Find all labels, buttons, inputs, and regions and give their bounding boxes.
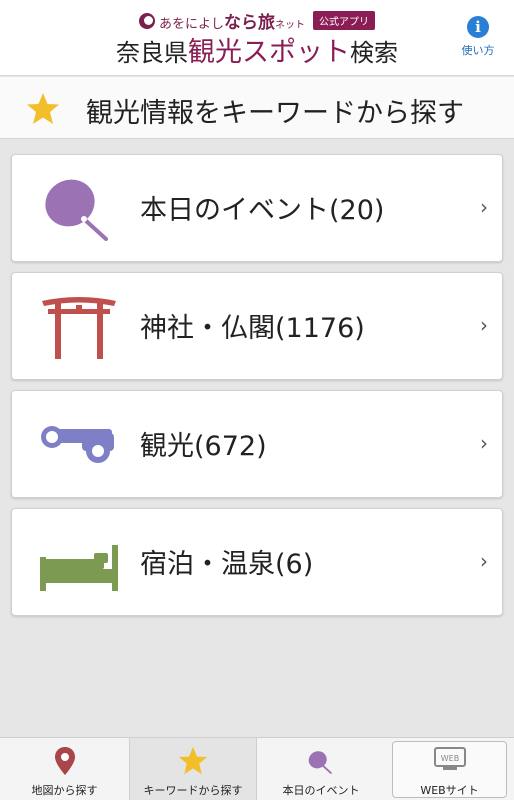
app-header: あをによしなら旅ネット 公式アプリ 奈良県観光スポット検索 i 使い方	[0, 0, 514, 76]
tab-map-search[interactable]: 地図から探す	[0, 738, 129, 800]
web-icon: WEB	[433, 747, 466, 770]
category-card-shrines[interactable]: 神社・仏閣(1176) ›	[11, 272, 503, 380]
web-icon-text: WEB	[440, 754, 458, 763]
category-label: 神社・仏閣(1176)	[140, 313, 365, 344]
app-title: 奈良県観光スポット検索	[0, 30, 514, 69]
category-label: 観光(672)	[140, 431, 267, 462]
chevron-right-icon: ›	[480, 195, 488, 219]
tab-website[interactable]: WEB WEBサイト	[385, 738, 514, 800]
brand-mark-icon	[138, 12, 155, 29]
section-title: 観光情報をキーワードから探す	[86, 98, 464, 129]
tab-label: 地図から探す	[31, 784, 98, 797]
star-icon	[27, 93, 59, 124]
tab-keyword-search[interactable]: キーワードから探す	[129, 738, 257, 800]
uchiwa-fan-icon	[45, 179, 108, 241]
official-app-badge: 公式アプリ	[313, 11, 375, 30]
app-title-post: 検索	[350, 39, 398, 67]
help-label: 使い方	[461, 44, 495, 57]
bottom-tab-bar: 地図から探す キーワードから探す 本日のイベント WEB WEBサイト	[0, 737, 514, 800]
torii-gate-icon	[42, 297, 116, 359]
tab-today-events[interactable]: 本日のイベント	[257, 738, 385, 800]
map-pin-icon	[54, 747, 75, 775]
app-title-accent: 観光スポット	[188, 37, 350, 68]
binoculars-icon	[41, 426, 114, 463]
info-icon: i	[467, 16, 489, 38]
category-label: 本日のイベント(20)	[140, 195, 385, 226]
star-icon	[178, 746, 208, 775]
category-card-lodging[interactable]: 宿泊・温泉(6) ›	[11, 508, 503, 616]
app-title-pre: 奈良県	[116, 39, 188, 67]
category-label: 宿泊・温泉(6)	[140, 549, 314, 580]
tab-label: 本日のイベント	[282, 784, 360, 797]
chevron-right-icon: ›	[480, 313, 488, 337]
category-card-sightseeing[interactable]: 観光(672) ›	[11, 390, 503, 498]
tab-label: キーワードから探す	[143, 784, 243, 797]
bed-icon	[40, 545, 118, 591]
section-heading: 観光情報をキーワードから探す	[0, 77, 514, 139]
chevron-right-icon: ›	[480, 549, 488, 573]
brand-logo: あをによしなら旅ネット 公式アプリ	[0, 8, 514, 33]
category-card-events[interactable]: 本日のイベント(20) ›	[11, 154, 503, 262]
help-button[interactable]: i 使い方	[456, 16, 500, 58]
uchiwa-fan-icon	[308, 751, 332, 774]
tab-label: WEBサイト	[420, 784, 479, 797]
chevron-right-icon: ›	[480, 431, 488, 455]
